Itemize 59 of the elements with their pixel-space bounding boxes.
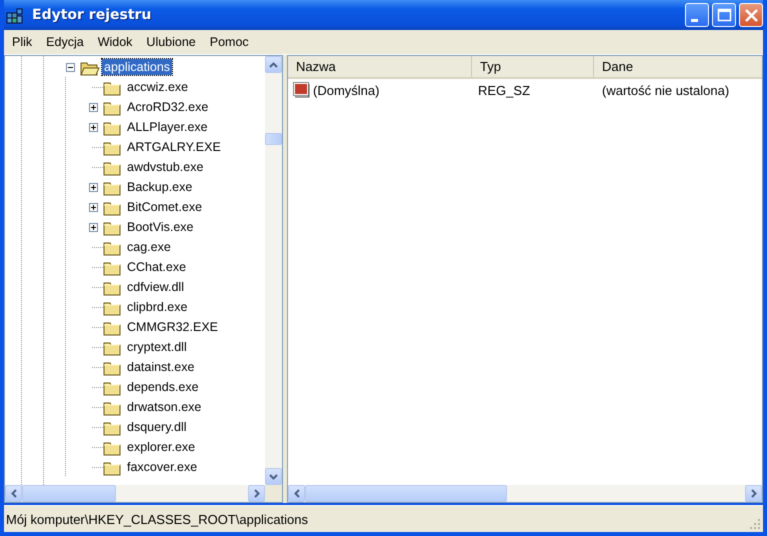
- vertical-scrollbar[interactable]: [265, 56, 282, 485]
- tree-item[interactable]: datainst.exe: [125, 359, 196, 375]
- tree-item[interactable]: faxcover.exe: [125, 459, 200, 475]
- expand-icon[interactable]: [88, 182, 98, 192]
- status-text: Mój komputer\HKEY_CLASSES_ROOT\applications: [6, 512, 308, 526]
- minimize-button[interactable]: [685, 3, 709, 27]
- scroll-right-button[interactable]: [745, 485, 762, 502]
- tree-item[interactable]: applications: [102, 59, 172, 75]
- scroll-thumb[interactable]: [265, 133, 282, 145]
- scroll-left-button[interactable]: [288, 485, 305, 502]
- expand-icon[interactable]: [88, 202, 98, 212]
- registry-cubes-icon: [6, 6, 24, 24]
- value-name[interactable]: (Domyślna): [313, 82, 380, 98]
- maximize-button[interactable]: [712, 3, 736, 27]
- horizontal-scrollbar[interactable]: [5, 485, 265, 502]
- resize-grip-icon[interactable]: [749, 518, 761, 530]
- string-value-icon: [293, 82, 311, 98]
- column-header[interactable]: Typ: [472, 56, 594, 77]
- tree-item[interactable]: drwatson.exe: [125, 399, 204, 415]
- minimize-icon: [690, 18, 698, 22]
- column-header[interactable]: Dane: [594, 56, 762, 77]
- tree-item[interactable]: cdfview.dll: [125, 279, 186, 295]
- scroll-up-button[interactable]: [265, 56, 282, 73]
- menu-item[interactable]: Edycja: [39, 35, 91, 49]
- tree-item[interactable]: CChat.exe: [125, 259, 188, 275]
- tree-item[interactable]: CMMGR32.EXE: [125, 319, 220, 335]
- tree-item[interactable]: BitComet.exe: [125, 199, 204, 215]
- scroll-down-button[interactable]: [265, 468, 282, 485]
- menu-item[interactable]: Ulubione: [139, 35, 203, 49]
- tree-item[interactable]: awdvstub.exe: [125, 159, 206, 175]
- column-header[interactable]: Nazwa: [288, 56, 472, 77]
- expand-icon[interactable]: [88, 102, 98, 112]
- tree-item[interactable]: explorer.exe: [125, 439, 198, 455]
- close-button[interactable]: [739, 3, 763, 27]
- window-title: Edytor rejestru: [32, 7, 152, 23]
- menu-item[interactable]: Widok: [90, 35, 140, 49]
- tree-item[interactable]: dsquery.dll: [125, 419, 189, 435]
- menu-item[interactable]: Pomoc: [202, 35, 256, 49]
- value-type: REG_SZ: [477, 82, 532, 100]
- horizontal-scrollbar[interactable]: [288, 485, 762, 502]
- scroll-right-button[interactable]: [248, 485, 265, 502]
- tree-item[interactable]: cryptext.dll: [125, 339, 189, 355]
- tree-item[interactable]: ALLPlayer.exe: [125, 119, 210, 135]
- scroll-thumb[interactable]: [22, 485, 116, 502]
- tree-item[interactable]: BootVis.exe: [125, 219, 196, 235]
- tree-item[interactable]: ARTGALRY.EXE: [125, 139, 223, 155]
- collapse-icon[interactable]: [66, 62, 74, 72]
- tree-item[interactable]: depends.exe: [125, 379, 201, 395]
- menu-item[interactable]: Plik: [5, 35, 40, 49]
- tree-item[interactable]: AcroRD32.exe: [125, 99, 210, 115]
- expand-icon[interactable]: [88, 222, 98, 232]
- expand-icon[interactable]: [88, 122, 98, 132]
- tree-item[interactable]: cag.exe: [125, 239, 173, 255]
- scroll-thumb[interactable]: [305, 485, 507, 502]
- scroll-left-button[interactable]: [5, 485, 22, 502]
- tree-item[interactable]: accwiz.exe: [125, 79, 190, 95]
- tree-item[interactable]: Backup.exe: [125, 179, 194, 195]
- value-data: (wartość nie ustalona): [601, 82, 730, 100]
- tree-item[interactable]: clipbrd.exe: [125, 299, 190, 315]
